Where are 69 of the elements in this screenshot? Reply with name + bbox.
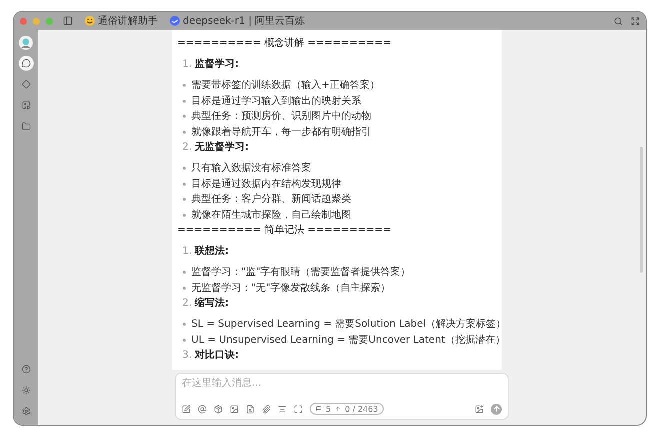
bullet-icon bbox=[182, 323, 186, 326]
at-sign-icon[interactable] bbox=[198, 404, 207, 414]
bullet-icon bbox=[182, 271, 186, 274]
list-item-text: 监督学习："监"字有眼睛（需要监督者提供答案） bbox=[192, 266, 411, 280]
bullet-icon bbox=[182, 84, 186, 88]
token-count: 0 / 2463 bbox=[345, 404, 378, 414]
sun-icon[interactable] bbox=[22, 386, 30, 395]
list-item-text: 典型任务：预测房价、识别图片中的动物 bbox=[192, 110, 372, 124]
image-icon bbox=[22, 101, 30, 110]
list-heading: 缩写法: bbox=[195, 296, 230, 311]
bullet-icon bbox=[182, 100, 186, 103]
package-icon[interactable] bbox=[214, 404, 223, 414]
list-item-text: 需要带标签的训练数据（输入+正确答案） bbox=[192, 78, 380, 93]
list-item-text: 无监督学习："无"字像发散线条（自主探索） bbox=[192, 282, 391, 296]
list-number: 3. bbox=[182, 349, 192, 363]
search-icon[interactable] bbox=[614, 16, 623, 26]
token-counter[interactable]: 5 0 / 2463 bbox=[310, 403, 384, 415]
sidebar-nav-button[interactable] bbox=[18, 56, 34, 71]
expand-icon[interactable] bbox=[294, 404, 303, 414]
whale-icon bbox=[170, 16, 180, 26]
list-number: 1. bbox=[182, 245, 192, 259]
list-number: 1. bbox=[182, 58, 192, 72]
bullet-icon bbox=[182, 286, 186, 290]
list-item-text: 目标是通过数据内在结构发现规律 bbox=[192, 178, 342, 192]
list-item-text: 就像在陌生城市探险，自己绘制地图 bbox=[192, 208, 352, 222]
section-divider-text: ========== 概念讲解 ========== bbox=[178, 36, 392, 51]
list-heading: 对比口诀: bbox=[195, 348, 240, 363]
chat-icon bbox=[22, 59, 30, 68]
arrow-up-icon bbox=[492, 405, 500, 413]
settings-icon[interactable] bbox=[22, 407, 30, 416]
title-tab[interactable]: deepseek-r1 | 阿里云百炼 bbox=[170, 14, 306, 28]
list-item-text: 就像跟着导航开车，每一步都有明确指引 bbox=[192, 126, 372, 140]
list-number: 2. bbox=[182, 297, 192, 311]
help-icon[interactable] bbox=[22, 365, 30, 374]
diamond-icon bbox=[22, 80, 30, 89]
smiley-icon bbox=[85, 16, 95, 26]
context-icon bbox=[316, 406, 322, 412]
list-item-text: UL = Unsupervised Learning = 需要Uncover Latent（挖掘潜在） bbox=[192, 334, 502, 348]
send-button[interactable] bbox=[491, 404, 502, 414]
list-heading: 联想法: bbox=[195, 244, 230, 259]
list-item-text: 只有输入数据没有标准答案 bbox=[192, 162, 312, 176]
bullet-icon bbox=[182, 182, 186, 186]
context-count: 5 bbox=[326, 404, 332, 414]
list-number: 2. bbox=[182, 141, 192, 155]
edit-icon[interactable] bbox=[182, 404, 191, 414]
bullet-icon bbox=[182, 115, 186, 118]
lines-icon[interactable] bbox=[278, 404, 287, 414]
bullet-icon bbox=[182, 338, 186, 342]
arrow-up-icon bbox=[335, 406, 342, 412]
list-heading: 无监督学习: bbox=[195, 140, 250, 155]
title-tab[interactable]: 通俗讲解助手 bbox=[85, 14, 158, 28]
section-divider-text: ========== 简单记法 ========== bbox=[178, 224, 392, 238]
bullet-icon bbox=[182, 130, 186, 134]
folder-icon bbox=[22, 122, 30, 131]
image-icon[interactable] bbox=[230, 404, 239, 414]
image-add-icon[interactable] bbox=[475, 404, 484, 414]
fullscreen-icon[interactable] bbox=[631, 16, 640, 26]
bullet-icon bbox=[182, 214, 186, 217]
list-heading: 监督学习: bbox=[195, 58, 240, 72]
list-item-text: 目标是通过学习输入到输出的映射关系 bbox=[192, 94, 362, 108]
list-item-text: SL = Supervised Learning = 需要Solution Label（解决方案标签） bbox=[192, 318, 502, 332]
file-search-icon[interactable] bbox=[246, 404, 255, 414]
bullet-icon bbox=[182, 167, 186, 170]
list-item-text: 典型任务：客户分群、新闻话题聚类 bbox=[192, 192, 352, 207]
sidebar-toggle-icon[interactable] bbox=[63, 16, 73, 26]
avatar-icon[interactable] bbox=[19, 36, 33, 50]
bullet-icon bbox=[182, 198, 186, 202]
paperclip-icon[interactable] bbox=[262, 404, 271, 414]
scrollbar[interactable] bbox=[640, 147, 643, 273]
